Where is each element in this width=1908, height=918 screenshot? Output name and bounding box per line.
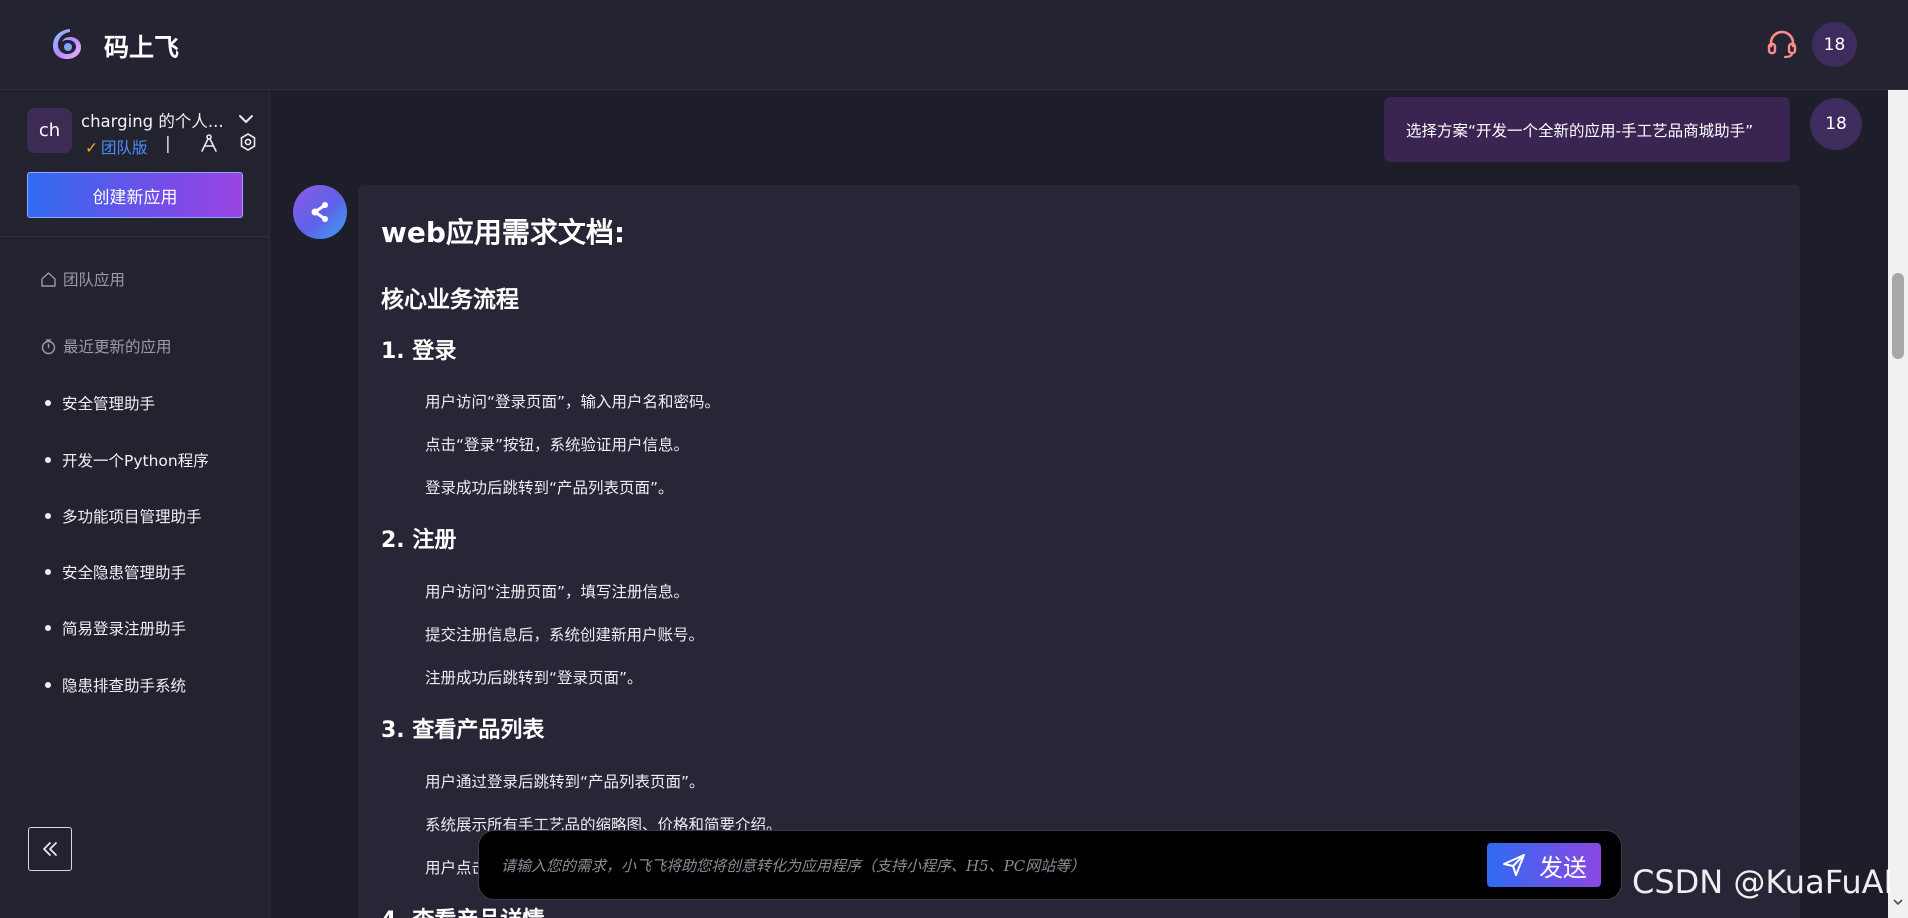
double-chevron-left-icon: [43, 842, 57, 856]
scrollbar-thumb[interactable]: [1892, 273, 1904, 359]
bot-avatar: [293, 185, 347, 239]
team-plan-badge: ✓ 团队版: [85, 136, 148, 158]
app-name: 码上飞: [104, 33, 180, 62]
recent-apps-label: 最近更新的应用: [63, 338, 172, 356]
check-icon: ✓: [85, 139, 98, 157]
watermark: CSDN @KuaFuAI: [1632, 863, 1893, 901]
sidebar-item-recent-app[interactable]: 简易登录注册助手: [45, 617, 186, 639]
app-logo-icon[interactable]: [49, 26, 85, 62]
sidebar-divider: [0, 236, 270, 237]
bullet-icon: [45, 513, 51, 519]
bullet-icon: [45, 682, 51, 688]
recent-app-label: 开发一个Python程序: [62, 452, 209, 470]
send-plane-icon: [1503, 854, 1525, 876]
chat-area: 选择方案“开发一个全新的应用-手工艺品商城助手” 18 web应用需求文档: 核…: [270, 90, 1888, 918]
sidebar-item-label: 团队应用: [63, 271, 126, 289]
user-avatar[interactable]: 18: [1812, 22, 1857, 67]
sidebar-item-team-apps[interactable]: 团队应用: [40, 268, 125, 290]
doc-section-heading: 核心业务流程: [381, 287, 519, 313]
send-button[interactable]: 发送: [1487, 843, 1601, 887]
step-line: 点击“登录”按钮，系统验证用户信息。: [425, 436, 690, 454]
message-user-avatar: 18: [1810, 98, 1862, 150]
team-plan-label: 团队版: [101, 139, 148, 157]
headset-icon[interactable]: [1765, 27, 1799, 61]
doc-title: web应用需求文档:: [381, 216, 626, 249]
settings-icon[interactable]: [238, 132, 258, 152]
create-app-button[interactable]: 创建新应用: [27, 172, 243, 218]
step-line: 提交注册信息后，系统创建新用户账号。: [425, 626, 705, 644]
recent-apps-heading: 最近更新的应用: [40, 335, 172, 357]
collapse-sidebar-button[interactable]: [28, 827, 72, 871]
send-label: 发送: [1539, 853, 1587, 882]
recent-app-label: 安全隐患管理助手: [62, 564, 187, 582]
share-logo-icon: [311, 202, 328, 222]
recent-app-label: 简易登录注册助手: [62, 620, 187, 638]
bullet-icon: [45, 625, 51, 631]
bot-message-card: web应用需求文档: 核心业务流程 1. 登录 用户访问“登录页面”，输入用户名…: [358, 185, 1800, 918]
chat-input-bar: 发送: [478, 830, 1622, 900]
sidebar-item-recent-app[interactable]: 安全管理助手: [45, 392, 155, 414]
step-line: 用户访问“注册页面”，填写注册信息。: [425, 583, 690, 601]
sidebar-item-recent-app[interactable]: 隐患排查助手系统: [45, 674, 186, 696]
sidebar: ch charging 的个人... ✓ 团队版 | 创建新应用 团队应用 最近更…: [0, 90, 270, 918]
team-separator: |: [165, 134, 171, 154]
step-heading: 3. 查看产品列表: [381, 718, 545, 743]
step-line: 用户通过登录后跳转到“产品列表页面”。: [425, 773, 705, 791]
bullet-icon: [45, 457, 51, 463]
scrollbar-track[interactable]: [1888, 90, 1908, 918]
chat-input[interactable]: [499, 843, 1463, 889]
step-heading: 4. 查看产品详情: [381, 902, 544, 918]
timer-icon: [41, 338, 56, 354]
sidebar-item-recent-app[interactable]: 安全隐患管理助手: [45, 561, 186, 583]
step-heading: 2. 注册: [381, 528, 457, 553]
recent-app-label: 隐患排查助手系统: [62, 677, 187, 695]
recent-app-label: 安全管理助手: [62, 395, 156, 413]
recent-app-label: 多功能项目管理助手: [62, 508, 202, 526]
team-avatar[interactable]: ch: [27, 108, 72, 153]
step-line: 登录成功后跳转到“产品列表页面”。: [425, 479, 674, 497]
bullet-icon: [45, 400, 51, 406]
step-line: 注册成功后跳转到“登录页面”。: [425, 669, 643, 687]
sidebar-item-recent-app[interactable]: 开发一个Python程序: [45, 449, 209, 471]
sidebar-item-recent-app[interactable]: 多功能项目管理助手: [45, 505, 202, 527]
chevron-down-icon[interactable]: [237, 110, 255, 128]
team-name[interactable]: charging 的个人...: [81, 108, 224, 132]
bullet-icon: [45, 569, 51, 575]
step-line: 用户访问“登录页面”，输入用户名和密码。: [425, 393, 721, 411]
step-heading: 1. 登录: [381, 339, 457, 364]
scroll-down-arrow-icon[interactable]: [1891, 895, 1905, 909]
top-bar: 码上飞 18: [0, 0, 1908, 90]
home-icon: [41, 271, 56, 287]
user-message-bubble: 选择方案“开发一个全新的应用-手工艺品商城助手”: [1384, 97, 1790, 162]
compass-icon[interactable]: [199, 133, 219, 153]
